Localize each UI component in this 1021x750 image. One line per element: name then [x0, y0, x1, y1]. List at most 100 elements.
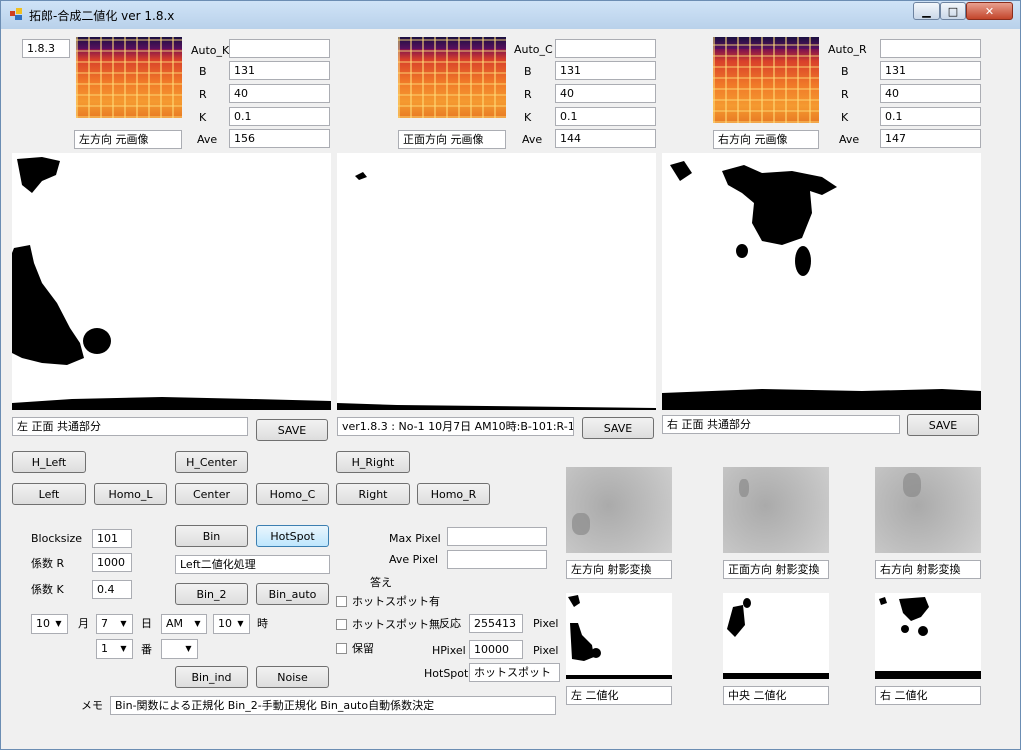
- left-thermal-image: [76, 37, 182, 118]
- center-thermal-image: [398, 37, 506, 118]
- center-status-field[interactable]: ver1.8.3 : No-1 10月7日 AM10時:B-101:R-1000…: [337, 417, 574, 436]
- memo-field[interactable]: Bin-関数による正規化 Bin_2-手動正規化 Bin_auto自動係数決定: [110, 696, 556, 715]
- bin-button[interactable]: Bin: [175, 525, 248, 547]
- auto-r-field[interactable]: [880, 39, 981, 58]
- right-r-label: R: [841, 88, 849, 101]
- right-projection-caption[interactable]: 右方向 射影変換: [875, 560, 981, 579]
- right-thermal-image: [713, 37, 819, 123]
- ave-pixel-label: Ave Pixel: [389, 553, 439, 566]
- hotspot-button[interactable]: HotSpot: [256, 525, 329, 547]
- right-save-button[interactable]: SAVE: [907, 414, 979, 436]
- right-original-caption[interactable]: 右方向 元画像: [713, 130, 819, 149]
- h-right-button[interactable]: H_Right: [336, 451, 410, 473]
- center-binary-thumb: [723, 593, 829, 679]
- month-select[interactable]: 10 ▼: [31, 614, 68, 634]
- hour-select[interactable]: 10 ▼: [213, 614, 250, 634]
- center-binary-caption[interactable]: 中央 二値化: [723, 686, 829, 705]
- left-b-field[interactable]: 131: [229, 61, 330, 80]
- coef-r-field[interactable]: 1000: [92, 553, 132, 572]
- max-pixel-label: Max Pixel: [389, 532, 441, 545]
- homo-r-button[interactable]: Homo_R: [417, 483, 490, 505]
- center-b-label: B: [524, 65, 532, 78]
- right-ave-label: Ave: [839, 133, 860, 146]
- left-original-caption[interactable]: 左方向 元画像: [74, 130, 182, 149]
- right-k-field[interactable]: 0.1: [880, 107, 981, 126]
- ampm-select[interactable]: AM ▼: [161, 614, 207, 634]
- coef-k-field[interactable]: 0.4: [92, 580, 132, 599]
- center-common-binary-image: [337, 153, 656, 410]
- homo-c-button[interactable]: Homo_C: [256, 483, 329, 505]
- chevron-down-icon: ▼: [120, 619, 127, 628]
- left-save-button[interactable]: SAVE: [256, 419, 328, 441]
- center-projection-caption[interactable]: 正面方向 射影変換: [723, 560, 829, 579]
- memo-label: メモ: [81, 699, 103, 712]
- left-ave-field[interactable]: 156: [229, 129, 330, 148]
- hour-label: 時: [257, 617, 268, 630]
- day-select[interactable]: 7 ▼: [96, 614, 133, 634]
- auto-r-label: Auto_R: [828, 43, 867, 56]
- hotspot-field[interactable]: ホットスポット: [469, 663, 560, 682]
- left-common-caption[interactable]: 左 正面 共通部分: [12, 417, 248, 436]
- right-binary-caption[interactable]: 右 二値化: [875, 686, 981, 705]
- maximize-button[interactable]: □: [940, 2, 966, 20]
- hpixel-unit: Pixel: [533, 644, 559, 657]
- chevron-down-icon: ▼: [185, 644, 192, 653]
- hotspot-yes-checkbox[interactable]: ホットスポット有: [336, 593, 440, 609]
- auto-k-field[interactable]: [229, 39, 330, 58]
- hpixel-label: HPixel: [432, 644, 466, 657]
- left-k-field[interactable]: 0.1: [229, 107, 330, 126]
- left-binary-caption[interactable]: 左 二値化: [566, 686, 672, 705]
- reaction-unit: Pixel: [533, 617, 559, 630]
- left-projection-caption[interactable]: 左方向 射影変換: [566, 560, 672, 579]
- hotspot-label: HotSpot: [424, 667, 469, 680]
- process-field[interactable]: Left二値化処理: [175, 555, 330, 574]
- reaction-field[interactable]: 255413: [469, 614, 523, 633]
- center-r-field[interactable]: 40: [555, 84, 656, 103]
- auto-c-field[interactable]: [555, 39, 656, 58]
- left-r-field[interactable]: 40: [229, 84, 330, 103]
- left-common-binary-image: [12, 153, 331, 410]
- blocksize-field[interactable]: 101: [92, 529, 132, 548]
- max-pixel-field[interactable]: [447, 527, 547, 546]
- right-common-caption[interactable]: 右 正面 共通部分: [662, 415, 900, 434]
- center-k-field[interactable]: 0.1: [555, 107, 656, 126]
- answer-label: 答え: [370, 576, 392, 589]
- homo-l-button[interactable]: Homo_L: [94, 483, 167, 505]
- h-center-button[interactable]: H_Center: [175, 451, 248, 473]
- left-projected-image: [566, 467, 672, 553]
- minimize-button[interactable]: ▁: [913, 2, 940, 20]
- auto-k-label: Auto_K: [191, 44, 230, 57]
- bin-auto-button[interactable]: Bin_auto: [256, 583, 329, 605]
- right-r-field[interactable]: 40: [880, 84, 981, 103]
- extra-select[interactable]: ▼: [161, 639, 198, 659]
- left-button[interactable]: Left: [12, 483, 86, 505]
- center-ave-label: Ave: [522, 133, 543, 146]
- version-field[interactable]: 1.8.3: [22, 39, 70, 58]
- center-ave-field[interactable]: 144: [555, 129, 656, 148]
- noise-button[interactable]: Noise: [256, 666, 329, 688]
- right-button[interactable]: Right: [336, 483, 410, 505]
- center-button[interactable]: Center: [175, 483, 248, 505]
- h-left-button[interactable]: H_Left: [12, 451, 86, 473]
- main-window: 拓郎-合成二値化 ver 1.8.x ▁ □ ✕ 1.8.3 左方向 元画像 A…: [0, 0, 1021, 750]
- hold-checkbox[interactable]: 保留: [336, 640, 374, 656]
- close-button[interactable]: ✕: [966, 2, 1013, 20]
- ave-pixel-field[interactable]: [447, 550, 547, 569]
- center-save-button[interactable]: SAVE: [582, 417, 654, 439]
- title-bar: 拓郎-合成二値化 ver 1.8.x: [1, 1, 1020, 29]
- right-common-binary-image: [662, 153, 981, 410]
- center-original-caption[interactable]: 正面方向 元画像: [398, 130, 506, 149]
- right-binary-thumb: [875, 593, 981, 679]
- bin-2-button[interactable]: Bin_2: [175, 583, 248, 605]
- hotspot-no-checkbox[interactable]: ホットスポット無: [336, 616, 440, 632]
- right-b-field[interactable]: 131: [880, 61, 981, 80]
- number-select[interactable]: 1 ▼: [96, 639, 133, 659]
- coef-r-label: 係数 R: [31, 557, 65, 570]
- hpixel-field[interactable]: 10000: [469, 640, 523, 659]
- right-ave-field[interactable]: 147: [880, 129, 981, 148]
- center-b-field[interactable]: 131: [555, 61, 656, 80]
- bin-ind-button[interactable]: Bin_ind: [175, 666, 248, 688]
- left-ave-label: Ave: [197, 133, 218, 146]
- center-k-label: K: [524, 111, 532, 124]
- month-label: 月: [78, 617, 89, 630]
